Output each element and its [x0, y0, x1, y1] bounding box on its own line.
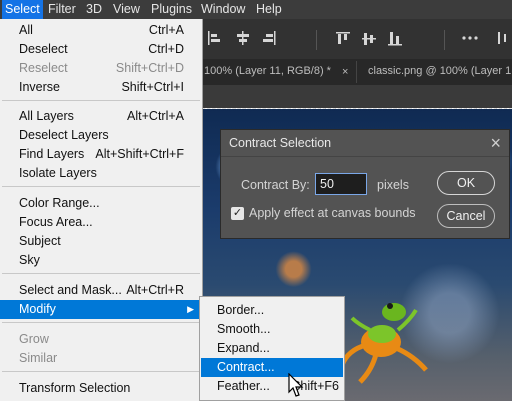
align-left-icon[interactable]	[208, 31, 220, 45]
ok-button[interactable]: OK	[437, 171, 495, 195]
menu-item-all[interactable]: All Ctrl+A	[0, 21, 202, 40]
menu-view[interactable]: View	[110, 0, 143, 19]
align-center-icon[interactable]	[237, 31, 249, 45]
menu-separator	[2, 322, 200, 323]
more-icon[interactable]	[462, 36, 478, 40]
cancel-button[interactable]: Cancel	[437, 204, 495, 228]
marching-ants	[202, 108, 512, 109]
menu-item-inverse[interactable]: Inverse Shift+Ctrl+I	[0, 78, 202, 97]
doc-tab-2[interactable]: classic.png @ 100% (Layer 1	[368, 59, 512, 85]
contract-by-label: Contract By:	[241, 178, 310, 192]
align-right-icon[interactable]	[263, 31, 276, 45]
menu-separator	[2, 100, 200, 101]
align-middle-icon[interactable]	[362, 33, 376, 45]
checkbox-label: Apply effect at canvas bounds	[249, 206, 416, 220]
submenu-item-feather[interactable]: Feather... Shift+F6	[201, 377, 343, 396]
mouse-cursor-icon	[288, 373, 304, 397]
modify-submenu: Border... Smooth... Expand... Contract..…	[199, 296, 345, 401]
menu-3d[interactable]: 3D	[83, 0, 105, 19]
menu-window[interactable]: Window	[198, 0, 248, 19]
close-icon[interactable]: ×	[490, 132, 501, 154]
submenu-arrow-icon: ▶	[187, 304, 194, 314]
menu-filter[interactable]: Filter	[45, 0, 79, 19]
doc-tab-1[interactable]: 100% (Layer 11, RGB/8) *	[204, 59, 331, 85]
align-bottom-icon[interactable]	[388, 32, 402, 46]
contract-selection-dialog: Contract Selection × Contract By: pixels…	[220, 129, 510, 239]
menu-item-sky[interactable]: Sky	[0, 251, 202, 270]
menu-item-reselect: Reselect Shift+Ctrl+D	[19, 61, 184, 75]
menu-plugins[interactable]: Plugins	[148, 0, 195, 19]
menu-separator	[2, 273, 200, 274]
submenu-item-contract[interactable]: Contract...	[201, 358, 343, 377]
menu-item-find-layers[interactable]: Find Layers Alt+Shift+Ctrl+F	[0, 145, 202, 164]
distribute-icon[interactable]	[498, 32, 506, 44]
menu-item-grow: Grow	[19, 332, 49, 346]
menu-bar: Select Filter 3D View Plugins Window Hel…	[0, 0, 512, 19]
toolbar-icons	[208, 30, 506, 50]
apply-canvas-bounds-checkbox[interactable]: ✓	[231, 207, 244, 220]
contract-by-input[interactable]	[315, 173, 367, 195]
menu-item-subject[interactable]: Subject	[0, 232, 202, 251]
select-menu: All Ctrl+A Deselect Ctrl+D Reselect Shift+C…	[0, 19, 203, 401]
menu-item-focus-area[interactable]: Focus Area...	[0, 213, 202, 232]
menu-item-modify[interactable]: Modify ▶	[0, 300, 202, 319]
frog-illustration	[339, 303, 428, 384]
menu-item-select-and-mask[interactable]: Select and Mask... Alt+Ctrl+R	[0, 281, 202, 300]
menu-item-transform-selection[interactable]: Transform Selection	[0, 379, 202, 398]
canvas-gap	[202, 85, 512, 108]
menu-item-color-range[interactable]: Color Range...	[0, 194, 202, 213]
submenu-item-smooth[interactable]: Smooth...	[201, 320, 343, 339]
menu-separator	[2, 371, 200, 372]
unit-label: pixels	[377, 178, 409, 192]
menu-item-similar: Similar	[19, 351, 58, 365]
menu-item-all-layers[interactable]: All Layers Alt+Ctrl+A	[0, 107, 202, 126]
dialog-title: Contract Selection	[229, 136, 332, 150]
submenu-item-expand[interactable]: Expand...	[201, 339, 343, 358]
menu-help[interactable]: Help	[253, 0, 285, 19]
menu-select[interactable]: Select	[2, 0, 43, 19]
align-top-icon[interactable]	[336, 32, 350, 44]
menu-item-deselect[interactable]: Deselect Ctrl+D	[0, 40, 202, 59]
menu-item-deselect-layers[interactable]: Deselect Layers	[0, 126, 202, 145]
tab-close-icon[interactable]: ×	[342, 66, 348, 78]
submenu-item-border[interactable]: Border...	[201, 301, 343, 320]
tab-divider	[356, 61, 357, 83]
menu-item-isolate-layers[interactable]: Isolate Layers	[0, 164, 202, 183]
menu-separator	[2, 186, 200, 187]
